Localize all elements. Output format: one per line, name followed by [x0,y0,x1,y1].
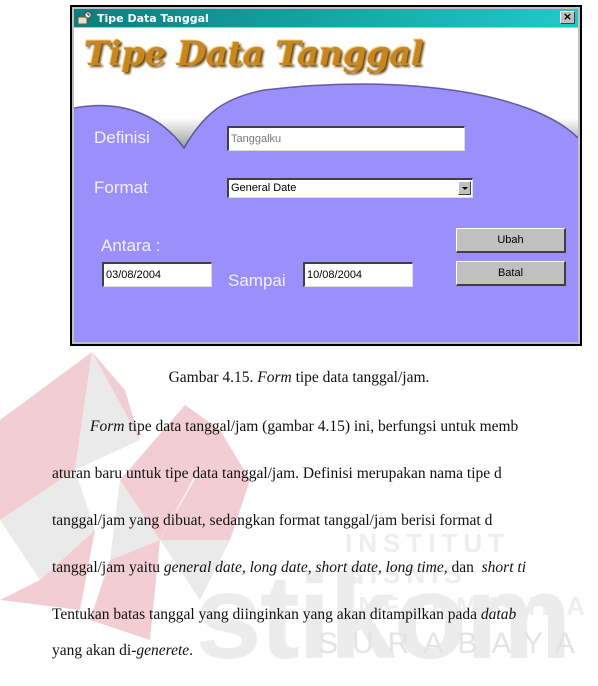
text-run: tanggal/jam yaitu [52,559,164,576]
app-form-icon [77,11,93,25]
chevron-down-icon[interactable] [458,181,471,195]
text-run: aturan baru untuk tipe data tanggal/jam.… [52,465,502,482]
paragraph-line: tanggal/jam yang dibuat, sedangkan forma… [52,512,598,530]
text-run: yang akan di- [52,642,137,659]
text-run: Tentukan batas tanggal yang diinginkan y… [52,606,481,623]
close-icon: × [562,10,573,23]
close-button[interactable]: × [560,11,575,24]
text-run: tipe data tanggal/jam (gambar 4.15) ini,… [124,418,519,435]
paragraph-line: aturan baru untuk tipe data tanggal/jam.… [52,465,598,483]
format-label: Format [94,178,148,197]
text-run: datab [480,606,517,623]
text-run: short ti [477,559,526,576]
sampai-date-input[interactable] [303,262,413,287]
format-selected-value: General Date [231,182,297,194]
caption-prefix: Gambar 4.15. [168,369,258,386]
paragraph-line: yang akan di-generete. [52,642,598,660]
definisi-input[interactable] [227,126,465,151]
window-title: Tipe Data Tanggal [97,11,209,25]
header-title: Tipe Data Tanggal [84,34,424,74]
antara-label: Antara : [101,236,161,255]
sampai-label: Sampai [228,271,286,290]
paragraph-line: tanggal/jam yaitu general date, long dat… [52,559,598,577]
text-run: Form [90,418,125,435]
caption-suffix: tipe data tanggal/jam. [291,369,430,386]
antara-date-input[interactable] [102,262,212,287]
text-run: dan [447,559,478,576]
form-window: Tipe Data Tanggal × Tipe Data Tanggal De… [70,5,582,346]
text-run: generete [136,642,190,659]
title-bar[interactable]: Tipe Data Tanggal × [74,9,578,27]
text-run: general date, long date, short date, lon… [163,559,448,576]
figure-caption: Gambar 4.15. Form tipe data tanggal/jam. [0,369,598,387]
batal-button[interactable]: Batal [456,261,566,286]
form-client-area: Tipe Data Tanggal Definisi Format Genera… [74,28,578,342]
format-select[interactable]: General Date [227,178,473,198]
paragraph-line: Tentukan batas tanggal yang diinginkan y… [52,606,598,624]
paragraph-line: Form tipe data tanggal/jam (gambar 4.15)… [90,418,598,436]
caption-italic: Form [257,369,292,386]
ubah-button[interactable]: Ubah [456,228,566,253]
text-run: . [189,642,194,659]
text-run: tanggal/jam yang dibuat, sedangkan forma… [52,512,493,529]
definisi-label: Definisi [94,128,150,147]
